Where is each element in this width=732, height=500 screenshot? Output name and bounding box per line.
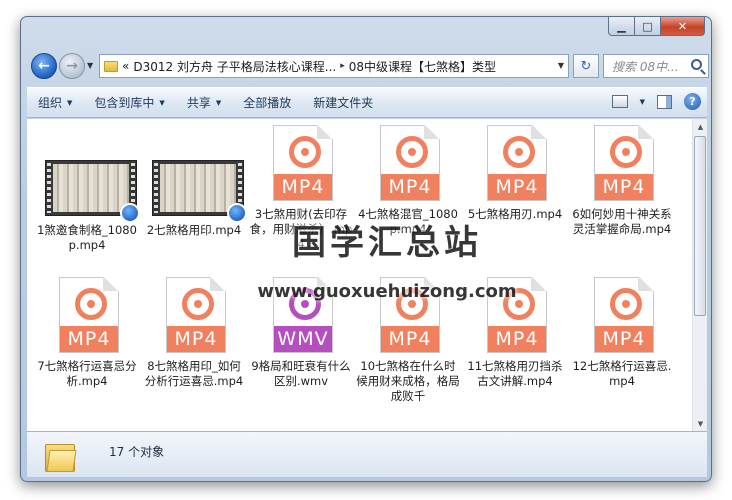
mp4-file-icon: MP4 xyxy=(59,277,119,353)
media-player-icon xyxy=(120,203,140,223)
file-type-badge: MP4 xyxy=(381,326,439,352)
change-view-icon[interactable] xyxy=(611,95,628,108)
mp4-file-icon: MP4 xyxy=(487,277,547,353)
mp4-file-icon: MP4 xyxy=(273,125,333,201)
file-name: 4七煞格混官_1080p.mp4 xyxy=(358,207,458,236)
mp4-file-icon: MP4 xyxy=(380,277,440,353)
play-all-button[interactable]: 全部播放 xyxy=(232,94,302,111)
file-item[interactable]: 1煞邀食制格_1080p.mp4 xyxy=(35,125,140,275)
mp4-file-icon: MP4 xyxy=(166,277,226,353)
wmv-file-icon: WMV xyxy=(273,277,333,353)
file-item[interactable]: MP4 11七煞格用刃挡杀古文讲解.mp4 xyxy=(463,277,567,427)
file-item[interactable]: MP4 5七煞格用刃.mp4 xyxy=(463,125,567,275)
navigation-row: ← → ▼ « D3012 刘方舟 子平格局法核心课程... ▸ 08中级课程【… xyxy=(29,51,709,81)
status-bar: 17 个对象 xyxy=(27,431,707,477)
file-type-badge: MP4 xyxy=(381,174,439,200)
forward-button[interactable]: → xyxy=(59,53,85,79)
scroll-down-icon[interactable]: ▼ xyxy=(693,416,707,431)
file-item[interactable]: MP4 8七煞格用印_如何分析行运喜忌.mp4 xyxy=(142,277,246,427)
search-placeholder: 搜索 08中... xyxy=(612,59,679,74)
file-name: 8七煞格用印_如何分析行运喜忌.mp4 xyxy=(144,359,244,388)
maximize-button[interactable]: □ xyxy=(635,17,661,36)
close-button[interactable]: ✕ xyxy=(661,17,705,36)
file-item[interactable]: MP4 7七煞格行运喜忌分析.mp4 xyxy=(35,277,139,427)
search-input[interactable]: 搜索 08中... xyxy=(603,54,709,78)
mp4-file-icon: MP4 xyxy=(487,125,547,201)
chevron-down-icon: ▼ xyxy=(67,98,73,107)
video-thumbnail xyxy=(45,160,140,223)
file-name: 9格局和旺衰有什么区别.wmv xyxy=(251,359,351,388)
file-type-badge: MP4 xyxy=(167,326,225,352)
chevron-down-icon: ▼ xyxy=(215,98,222,107)
include-library-menu[interactable]: 包含到库中 ▼ xyxy=(83,94,175,111)
item-count: 17 个对象 xyxy=(109,445,165,459)
file-name: 2七煞格用印.mp4 xyxy=(146,223,242,237)
explorer-window: ▁ □ ✕ ← → ▼ « D3012 刘方舟 子平格局法核心课程... ▸ 0… xyxy=(20,16,712,482)
organize-label: 组织 xyxy=(38,96,63,110)
mp4-file-icon: MP4 xyxy=(380,125,440,201)
file-type-badge: MP4 xyxy=(595,326,653,352)
organize-menu[interactable]: 组织 ▼ xyxy=(27,94,83,111)
breadcrumb-current[interactable]: 08中级课程【七煞格】类型 xyxy=(349,58,496,75)
new-folder-button[interactable]: 新建文件夹 xyxy=(302,94,384,111)
file-item[interactable]: WMV 9格局和旺衰有什么区别.wmv xyxy=(249,277,353,427)
file-item[interactable]: MP4 4七煞格混官_1080p.mp4 xyxy=(356,125,460,275)
media-player-icon xyxy=(227,203,247,223)
scrollbar-thumb[interactable] xyxy=(694,136,706,316)
search-icon[interactable] xyxy=(691,59,702,70)
back-button[interactable]: ← xyxy=(31,53,57,79)
window-controls: ▁ □ ✕ xyxy=(608,17,705,36)
preview-pane-icon[interactable] xyxy=(657,94,672,109)
vertical-scrollbar[interactable]: ▲ ▼ xyxy=(692,119,707,431)
file-name: 6如何妙用十神关系灵活掌握命局.mp4 xyxy=(572,207,672,236)
address-dropdown-icon[interactable]: ▼ xyxy=(558,61,564,70)
folder-icon xyxy=(45,440,77,472)
breadcrumb-separator-icon[interactable]: ▸ xyxy=(340,61,345,71)
address-prefix[interactable]: « xyxy=(122,59,129,73)
file-name: 5七煞格用刃.mp4 xyxy=(467,207,563,221)
file-type-badge: MP4 xyxy=(488,174,546,200)
file-name: 10七煞格在什么时候用财来成格，格局成败千 xyxy=(356,359,460,403)
refresh-button[interactable]: ↻ xyxy=(573,54,599,78)
command-toolbar: 组织 ▼ 包含到库中 ▼ 共享 ▼ 全部播放 新建文件夹 ▼ ? xyxy=(27,87,707,118)
view-dropdown-icon[interactable]: ▼ xyxy=(640,98,645,106)
mp4-file-icon: MP4 xyxy=(594,125,654,201)
file-type-badge: MP4 xyxy=(60,326,118,352)
file-name: 12七煞格行运喜忌.mp4 xyxy=(572,359,672,388)
file-item[interactable]: MP4 10七煞格在什么时候用财来成格，格局成败千 xyxy=(356,277,460,427)
file-item[interactable]: MP4 12七煞格行运喜忌.mp4 xyxy=(570,277,674,427)
file-item[interactable]: 2七煞格用印.mp4 xyxy=(142,125,247,275)
file-name: 11七煞格用刃挡杀古文讲解.mp4 xyxy=(467,359,563,388)
include-library-label: 包含到库中 xyxy=(94,96,155,110)
file-name: 7七煞格行运喜忌分析.mp4 xyxy=(37,359,137,388)
file-list-pane[interactable]: 1煞邀食制格_1080p.mp4 2七煞格用印.mp4 MP4 3七煞用财(去印存食，… xyxy=(27,119,707,431)
file-type-badge: MP4 xyxy=(488,326,546,352)
mp4-file-icon: MP4 xyxy=(594,277,654,353)
file-type-badge: MP4 xyxy=(274,174,332,200)
help-icon[interactable]: ? xyxy=(684,93,701,110)
history-dropdown-icon[interactable]: ▼ xyxy=(87,61,93,70)
share-label: 共享 xyxy=(186,96,211,110)
breadcrumb-parent[interactable]: D3012 刘方舟 子平格局法核心课程... xyxy=(133,58,336,75)
file-item[interactable]: MP4 3七煞用财(去印存食，用财滋杀）.mp4 xyxy=(249,125,353,275)
file-type-badge: MP4 xyxy=(595,174,653,200)
file-type-badge: WMV xyxy=(274,326,332,352)
file-item[interactable]: MP4 6如何妙用十神关系灵活掌握命局.mp4 xyxy=(570,125,674,275)
file-name: 3七煞用财(去印存食，用财滋杀）.mp4 xyxy=(249,207,353,251)
share-menu[interactable]: 共享 ▼ xyxy=(176,94,232,111)
address-bar[interactable]: « D3012 刘方舟 子平格局法核心课程... ▸ 08中级课程【七煞格】类型… xyxy=(99,54,569,78)
scroll-up-icon[interactable]: ▲ xyxy=(693,119,707,134)
file-name: 1煞邀食制格_1080p.mp4 xyxy=(37,223,137,252)
video-thumbnail xyxy=(152,160,247,223)
chevron-down-icon: ▼ xyxy=(159,98,165,107)
folder-icon xyxy=(104,60,118,72)
toolbar-right: ▼ ? xyxy=(611,93,701,110)
minimize-button[interactable]: ▁ xyxy=(608,17,635,36)
